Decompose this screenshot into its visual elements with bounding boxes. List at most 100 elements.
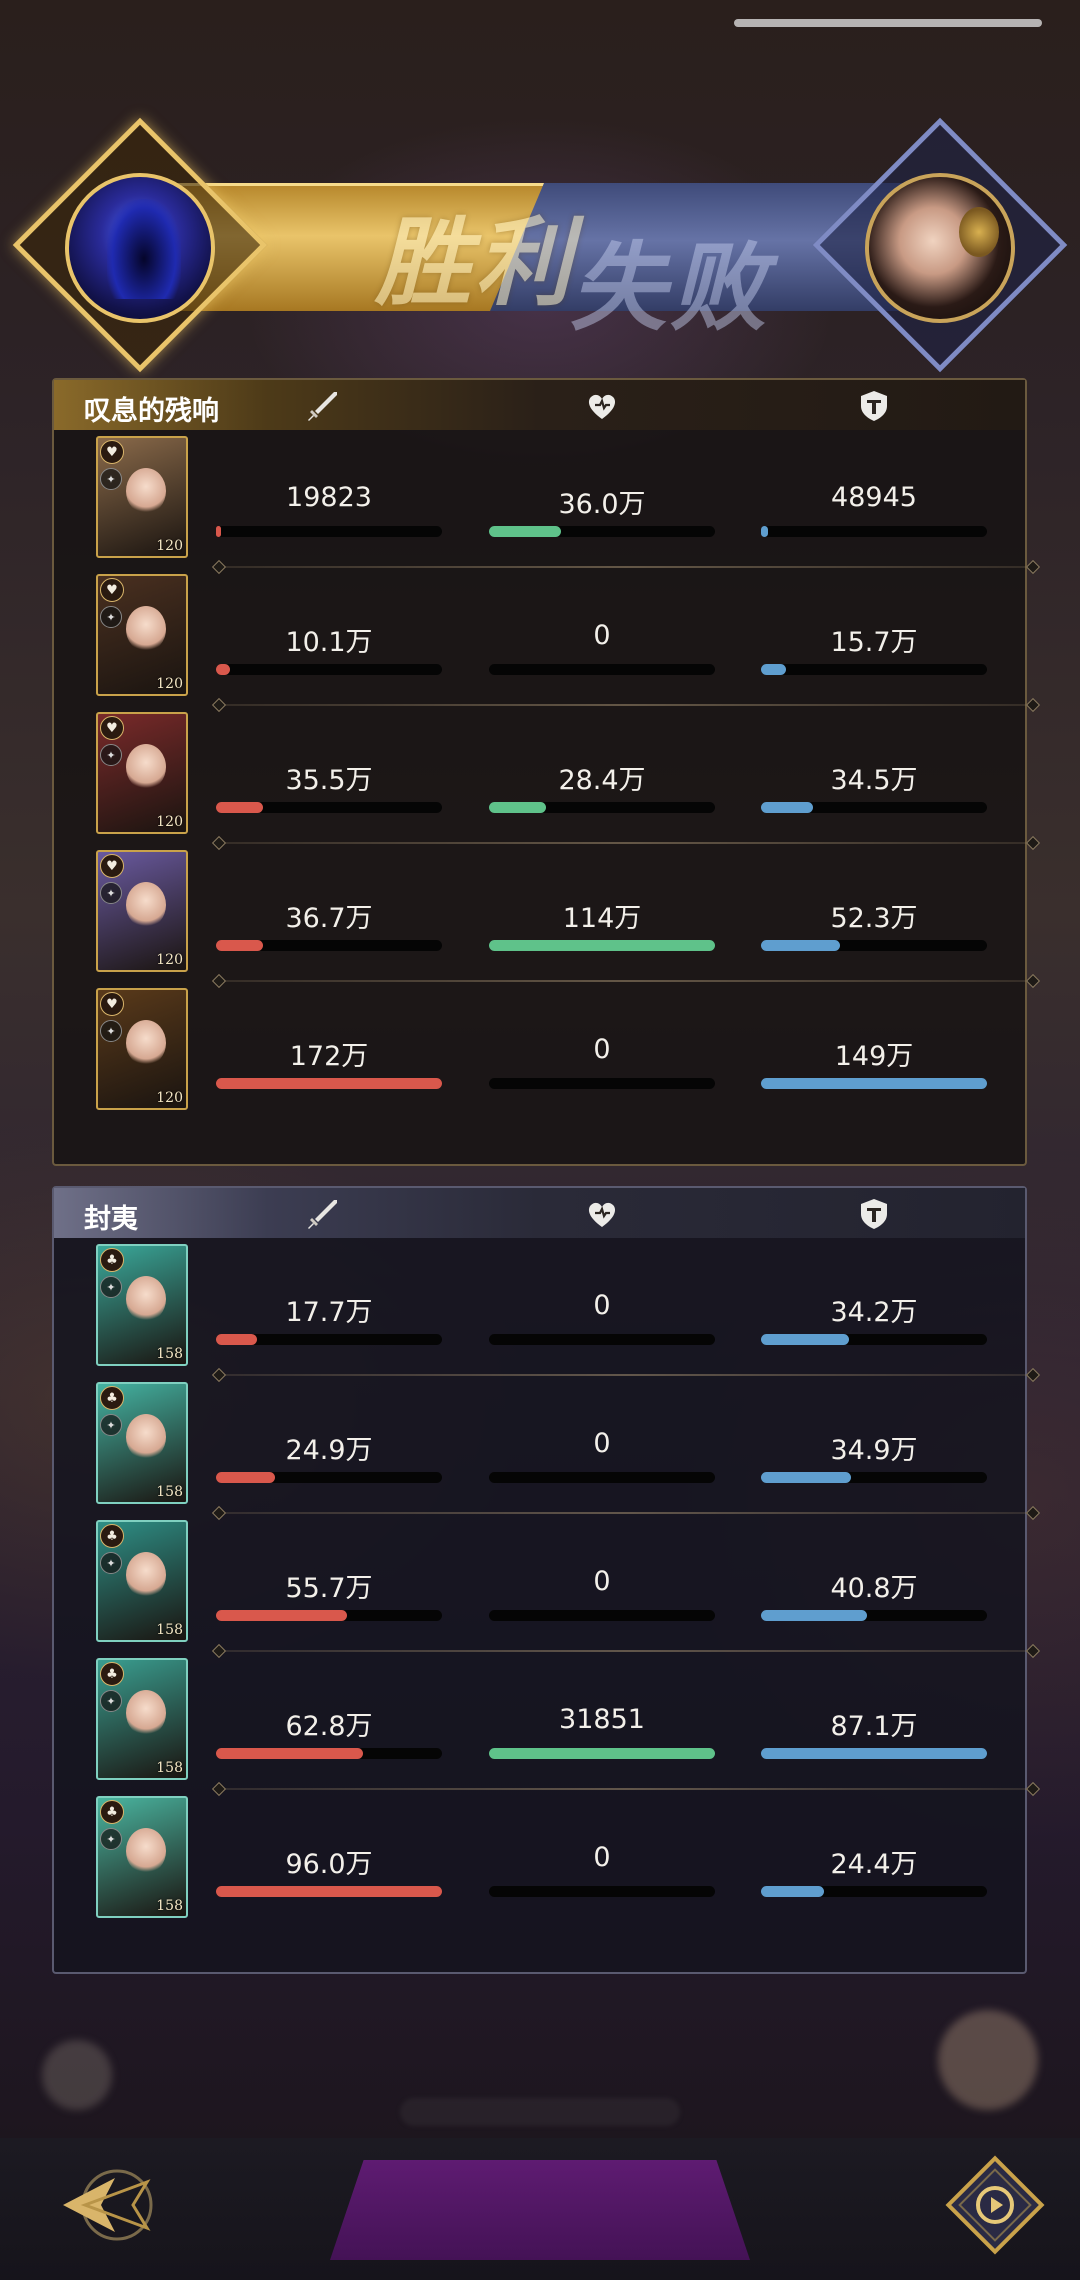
hero-portrait[interactable]: ♣ ✦ 158 <box>96 1658 188 1780</box>
result-banner: 胜利 失败 <box>12 117 1068 373</box>
defense-bar-fill <box>761 940 841 951</box>
hero-portrait[interactable]: ♣ ✦ 158 <box>96 1244 188 1366</box>
attack-bar <box>216 1748 442 1759</box>
shield-icon <box>861 1199 887 1229</box>
row-divider <box>216 566 1036 568</box>
row-divider <box>216 980 1036 982</box>
clover-icon: ♣ <box>100 1248 124 1272</box>
class-icon: ✦ <box>100 1414 122 1436</box>
hero-stat-row: ♥ ✦ 120 10.1万 0 15.7万 <box>54 570 1036 708</box>
attack-value: 35.5万 <box>285 765 373 796</box>
hero-portrait[interactable]: ♥ ✦ 120 <box>96 574 188 696</box>
shield-icon <box>861 391 887 421</box>
hero-portrait[interactable]: ♥ ✦ 120 <box>96 712 188 834</box>
heal-value: 0 <box>593 1842 611 1873</box>
attack-bar <box>216 1078 442 1089</box>
defense-bar-fill <box>761 526 768 537</box>
row-divider <box>216 1650 1036 1652</box>
hero-face <box>126 1020 166 1066</box>
attack-value: 62.8万 <box>285 1711 373 1742</box>
heal-value: 0 <box>593 620 611 651</box>
hero-level: 120 <box>156 1090 183 1106</box>
hero-stat-row: ♣ ✦ 158 96.0万 0 24.4万 <box>54 1792 1025 1930</box>
heal-value: 36.0万 <box>558 489 646 520</box>
attack-value: 96.0万 <box>285 1849 373 1880</box>
row-divider <box>216 842 1036 844</box>
class-icon: ✦ <box>100 606 122 628</box>
row-divider <box>216 704 1036 706</box>
heal-value: 28.4万 <box>558 765 646 796</box>
hero-face <box>126 1828 166 1874</box>
attack-bar <box>216 940 442 951</box>
heal-bar <box>489 1334 715 1345</box>
heal-bar-fill <box>489 940 715 951</box>
hero-portrait[interactable]: ♣ ✦ 158 <box>96 1520 188 1642</box>
defense-value: 87.1万 <box>830 1711 918 1742</box>
defense-value: 24.4万 <box>830 1849 918 1880</box>
sword-icon <box>308 1200 337 1229</box>
hero-stat-row: ♥ ✦ 120 172万 0 149万 <box>54 984 1025 1122</box>
heal-value: 0 <box>593 1034 611 1065</box>
defense-bar <box>761 1472 987 1483</box>
blurred-orb <box>938 2010 1038 2110</box>
defense-bar <box>761 1886 987 1897</box>
opponent-avatar[interactable] <box>865 173 1015 323</box>
defense-value: 52.3万 <box>830 903 918 934</box>
hero-face <box>126 468 166 514</box>
attack-value: 19823 <box>286 482 372 513</box>
defense-bar-fill <box>761 1472 852 1483</box>
attack-bar-fill <box>216 1748 363 1759</box>
hero-stat-row: ♣ ✦ 158 17.7万 0 34.2万 <box>54 1240 1036 1378</box>
team-name: 封夷 <box>84 1204 138 1235</box>
heal-bar-fill <box>489 1748 715 1759</box>
attack-bar-fill <box>216 1334 257 1345</box>
row-divider <box>216 1512 1036 1514</box>
player-avatar[interactable] <box>65 173 215 323</box>
attack-bar <box>216 802 442 813</box>
clover-icon: ♣ <box>100 1524 124 1548</box>
heal-bar-fill <box>489 526 562 537</box>
defense-bar <box>761 1078 987 1089</box>
heal-bar <box>489 802 715 813</box>
defense-value: 40.8万 <box>830 1573 918 1604</box>
defense-bar <box>761 526 987 537</box>
hero-face <box>126 1414 166 1460</box>
hero-level: 120 <box>156 952 183 968</box>
team-header: 封夷 <box>54 1188 1025 1238</box>
heal-value: 0 <box>593 1428 611 1459</box>
hero-portrait[interactable]: ♥ ✦ 120 <box>96 850 188 972</box>
defense-bar <box>761 1334 987 1345</box>
class-icon: ✦ <box>100 1276 122 1298</box>
team-panel-loser: 封夷 ♣ ✦ 158 17.7万 0 34.2万 ♣ ✦ 158 24.9万 0… <box>52 1186 1036 1974</box>
back-arrow-icon[interactable] <box>55 2160 155 2250</box>
heal-value: 31851 <box>559 1704 645 1735</box>
hero-stat-row: ♥ ✦ 120 19823 36.0万 48945 <box>54 432 1036 570</box>
replay-icon[interactable] <box>940 2150 1050 2260</box>
victory-label: 胜利 <box>375 206 575 319</box>
attack-bar-fill <box>216 1886 442 1897</box>
attack-bar <box>216 1472 442 1483</box>
heal-bar <box>489 1748 715 1759</box>
attack-value: 55.7万 <box>285 1573 373 1604</box>
class-icon: ✦ <box>100 744 122 766</box>
attack-bar-fill <box>216 1472 275 1483</box>
class-icon: ✦ <box>100 1552 122 1574</box>
hero-portrait[interactable]: ♥ ✦ 120 <box>96 988 188 1110</box>
hero-portrait[interactable]: ♣ ✦ 158 <box>96 1796 188 1918</box>
defense-bar-fill <box>761 1748 987 1759</box>
team-header: 叹息的残响 <box>54 380 1025 430</box>
heart-badge-icon: ♥ <box>100 854 124 878</box>
hero-portrait[interactable]: ♥ ✦ 120 <box>96 436 188 558</box>
heal-bar <box>489 1472 715 1483</box>
hero-level: 120 <box>156 538 183 554</box>
defense-bar-fill <box>761 1886 825 1897</box>
attack-bar-fill <box>216 526 221 537</box>
defense-bar <box>761 664 987 675</box>
defense-bar <box>761 940 987 951</box>
hero-portrait[interactable]: ♣ ✦ 158 <box>96 1382 188 1504</box>
heal-value: 114万 <box>562 903 642 934</box>
defense-bar-fill <box>761 664 786 675</box>
confirm-button[interactable] <box>330 2160 750 2260</box>
clover-icon: ♣ <box>100 1386 124 1410</box>
class-icon: ✦ <box>100 882 122 904</box>
